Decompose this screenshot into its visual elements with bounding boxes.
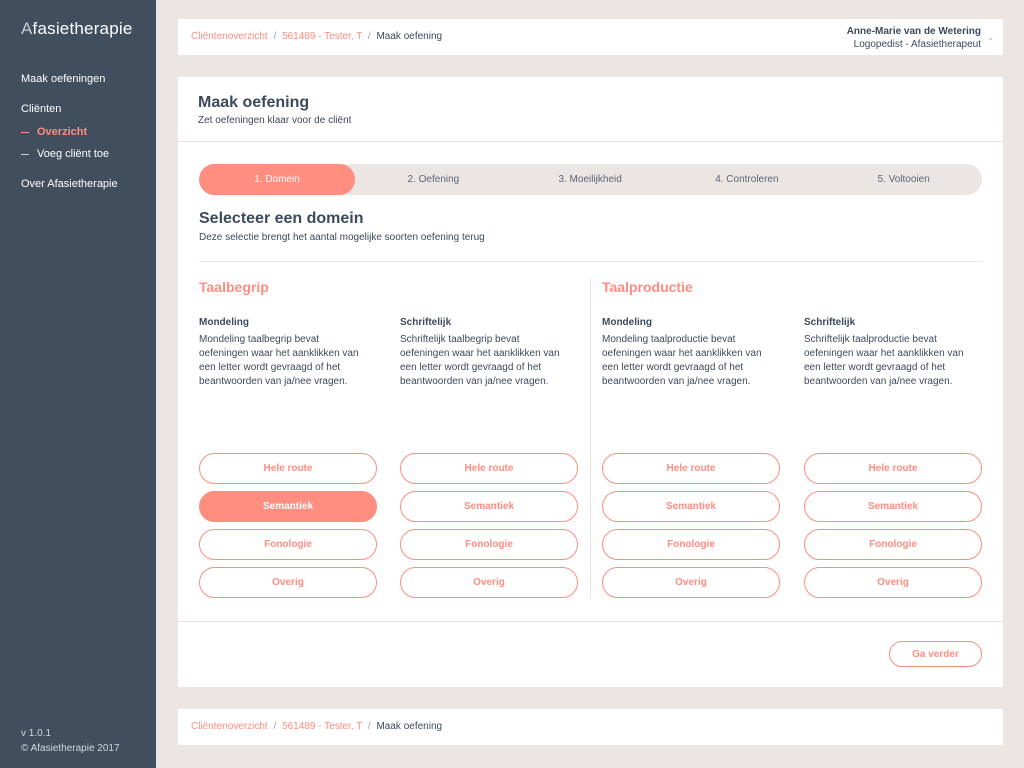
group-divider [590, 279, 591, 599]
option-overig-button[interactable]: Overig [602, 567, 780, 598]
breadcrumb-current: Maak oefening [376, 31, 443, 42]
top-bar: Cliëntenoverzicht / 561489 - Tester, T /… [178, 19, 1003, 55]
chevron-down-icon[interactable]: ⌄ [987, 33, 994, 42]
section-divider [199, 261, 982, 262]
breadcrumb-link-client[interactable]: 561489 - Tester, T [282, 721, 362, 732]
column-title: Schriftelijk [400, 317, 452, 328]
option-semantiek-button[interactable]: Semantiek [400, 491, 578, 522]
option-semantiek-button[interactable]: Semantiek [199, 491, 377, 522]
app-logo[interactable]: Afasietherapie [21, 19, 133, 39]
option-hele-route-button[interactable]: Hele route [804, 453, 982, 484]
breadcrumb-separator: / [367, 721, 371, 732]
option-semantiek-button[interactable]: Semantiek [804, 491, 982, 522]
option-fonologie-button[interactable]: Fonologie [400, 529, 578, 560]
step-domain[interactable]: 1. Domein [199, 164, 355, 195]
dash-icon [21, 131, 29, 133]
breadcrumb-link-client-overview[interactable]: Cliëntenoverzicht [191, 721, 268, 732]
column-description: Mondeling taalbegrip bevat oefeningen wa… [199, 334, 359, 387]
sidebar: Afasietherapie Maak oefeningen Cliënten … [0, 0, 156, 768]
copyright-label: © Afasietherapie 2017 [21, 743, 120, 754]
option-hele-route-button[interactable]: Hele route [602, 453, 780, 484]
step-progress: 1. Domein 2. Oefening 3. Moeilijkheid 4.… [199, 164, 982, 195]
user-role: Logopedist - Afasietherapeut [853, 39, 981, 50]
domain-column-taalbegrip-mondeling: Mondeling Mondeling taalbegrip bevat oef… [199, 317, 377, 389]
version-label: v 1.0.1 [21, 728, 52, 739]
section-title: Selecteer een domein [199, 210, 364, 227]
breadcrumb-current: Maak oefening [376, 721, 443, 732]
sidebar-item-overview[interactable]: Overzicht [21, 126, 118, 138]
sidebar-item-about[interactable]: Over Afasietherapie [21, 178, 118, 190]
option-group-taalbegrip-mondeling: Hele route Semantiek Fonologie Overig [199, 453, 377, 605]
breadcrumb-separator: / [273, 31, 277, 42]
step-finish[interactable]: 5. Voltooien [825, 164, 982, 195]
column-description: Mondeling taalproductie bevat oefeningen… [602, 334, 762, 387]
footer-divider [178, 621, 1003, 622]
column-title: Schriftelijk [804, 317, 856, 328]
option-group-taalproductie-mondeling: Hele route Semantiek Fonologie Overig [602, 453, 780, 605]
breadcrumb-link-client[interactable]: 561489 - Tester, T [282, 31, 362, 42]
option-semantiek-button[interactable]: Semantiek [602, 491, 780, 522]
next-button[interactable]: Ga verder [889, 641, 982, 667]
breadcrumb: Cliëntenoverzicht / 561489 - Tester, T /… [191, 31, 442, 42]
option-overig-button[interactable]: Overig [400, 567, 578, 598]
option-fonologie-button[interactable]: Fonologie [804, 529, 982, 560]
domain-column-taalbegrip-schriftelijk: Schriftelijk Schriftelijk taalbegrip bev… [400, 317, 578, 389]
option-group-taalproductie-schriftelijk: Hele route Semantiek Fonologie Overig [804, 453, 982, 605]
breadcrumb-link-client-overview[interactable]: Cliëntenoverzicht [191, 31, 268, 42]
option-overig-button[interactable]: Overig [804, 567, 982, 598]
sidebar-nav: Maak oefeningen Cliënten Overzicht Voeg … [21, 73, 118, 190]
column-description: Schriftelijk taalproductie bevat oefenin… [804, 334, 964, 387]
user-menu[interactable]: Anne-Marie van de Wetering Logopedist - … [847, 25, 981, 51]
dash-icon [21, 153, 29, 155]
option-fonologie-button[interactable]: Fonologie [199, 529, 377, 560]
sidebar-item-add-client[interactable]: Voeg cliënt toe [21, 148, 118, 160]
column-title: Mondeling [199, 317, 249, 328]
domain-column-taalproductie-mondeling: Mondeling Mondeling taalproductie bevat … [602, 317, 780, 389]
logo-text: fasietherapie [32, 19, 133, 38]
sidebar-footer: v 1.0.1 © Afasietherapie 2017 [21, 726, 120, 756]
page-header: Maak oefening Zet oefeningen klaar voor … [198, 94, 351, 126]
option-hele-route-button[interactable]: Hele route [400, 453, 578, 484]
sidebar-item-label: Overzicht [37, 126, 88, 138]
section-header: Selecteer een domein Deze selectie breng… [199, 210, 485, 243]
main-card: Maak oefening Zet oefeningen klaar voor … [178, 77, 1003, 687]
domain-column-taalproductie-schriftelijk: Schriftelijk Schriftelijk taalproductie … [804, 317, 982, 389]
breadcrumb-bottom: Cliëntenoverzicht / 561489 - Tester, T /… [191, 721, 442, 732]
column-description: Schriftelijk taalbegrip bevat oefeningen… [400, 334, 560, 387]
group-title-taalproductie: Taalproductie [602, 279, 693, 295]
group-title-taalbegrip: Taalbegrip [199, 279, 269, 295]
breadcrumb-separator: / [367, 31, 371, 42]
sidebar-item-create-exercises[interactable]: Maak oefeningen [21, 73, 118, 85]
page-title: Maak oefening [198, 94, 310, 111]
section-subtitle: Deze selectie brengt het aantal mogelijk… [199, 232, 485, 243]
step-difficulty[interactable]: 3. Moeilijkheid [512, 164, 669, 195]
page-subtitle: Zet oefeningen klaar voor de cliënt [198, 115, 352, 126]
column-title: Mondeling [602, 317, 652, 328]
sidebar-item-label: Voeg cliënt toe [37, 148, 110, 160]
step-exercise[interactable]: 2. Oefening [355, 164, 512, 195]
breadcrumb-separator: / [273, 721, 277, 732]
option-fonologie-button[interactable]: Fonologie [602, 529, 780, 560]
sidebar-item-clients[interactable]: Cliënten [21, 103, 118, 115]
logo-initial: A [21, 19, 33, 38]
option-hele-route-button[interactable]: Hele route [199, 453, 377, 484]
step-review[interactable]: 4. Controleren [669, 164, 826, 195]
bottom-bar: Cliëntenoverzicht / 561489 - Tester, T /… [178, 709, 1003, 745]
option-group-taalbegrip-schriftelijk: Hele route Semantiek Fonologie Overig [400, 453, 578, 605]
user-name: Anne-Marie van de Wetering [846, 26, 981, 37]
header-divider [178, 141, 1003, 142]
option-overig-button[interactable]: Overig [199, 567, 377, 598]
